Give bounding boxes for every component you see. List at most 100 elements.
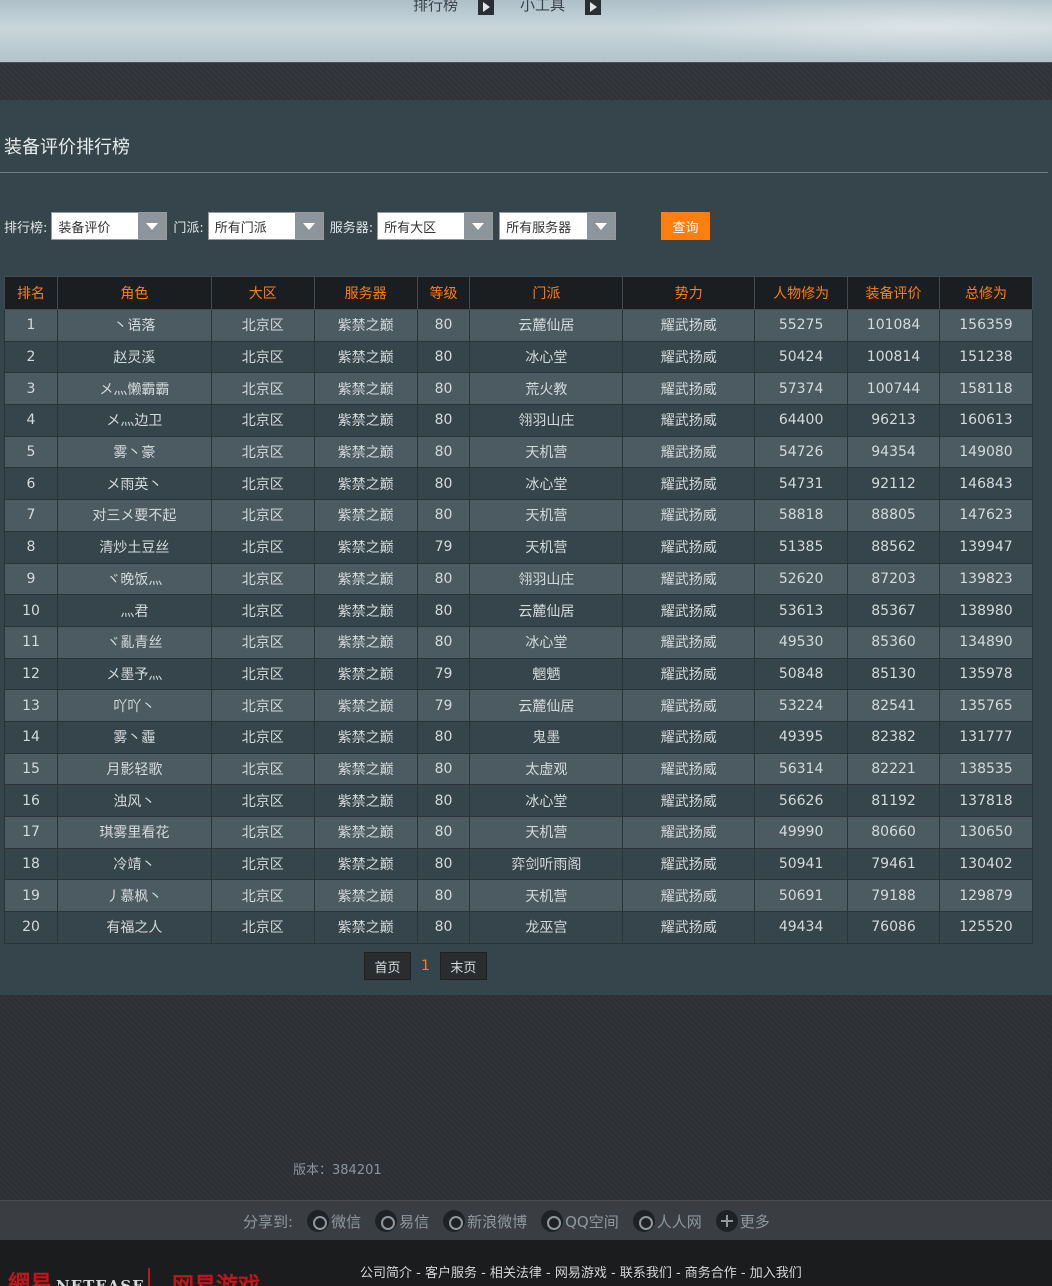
- table-row: 13 吖吖丶 北京区 紫禁之巅 79 云麓仙居 耀武扬威 53224 82541 135765: [4, 689, 1033, 722]
- server-select[interactable]: 所有服务器: [499, 212, 617, 240]
- cell-rank: 8: [4, 530, 58, 564]
- share-bar: 分享到: 微信 易信 新浪微博 QQ空间 人人网 更多: [0, 1200, 1052, 1240]
- cell-equip-score: 81192: [847, 784, 940, 817]
- share-renren[interactable]: 人人网: [632, 1210, 702, 1232]
- cell-total: 134890: [939, 625, 1033, 659]
- table-row: 7 对三メ要不起 北京区 紫禁之巅 80 天机营 耀武扬威 58818 88805 147623: [4, 499, 1033, 532]
- share-weibo[interactable]: 新浪微博: [443, 1210, 527, 1232]
- col-header-region: 大区: [210, 276, 315, 310]
- rank-type-select[interactable]: 装备评价: [51, 212, 168, 240]
- table-row: 12 メ墨予灬 北京区 紫禁之巅 79 魍魉 耀武扬威 50848 85130 135978: [4, 657, 1033, 691]
- share-yixin[interactable]: 易信: [375, 1210, 429, 1232]
- cell-equip-score: 79461: [847, 847, 940, 881]
- cell-role: ヾ亂青丝: [56, 625, 212, 659]
- table-row: 10 灬君 北京区 紫禁之巅 80 云麓仙居 耀武扬威 53613 85367 138980: [4, 594, 1033, 627]
- cell-cultivation: 50848: [754, 657, 849, 691]
- netease-logo[interactable]: 網易 NETEASE: [8, 1266, 145, 1286]
- cell-level: 80: [416, 594, 471, 627]
- table-row: 19 丿慕枫丶 北京区 紫禁之巅 80 天机营 耀武扬威 50691 79188 129879: [4, 879, 1033, 913]
- cell-equip-score: 85367: [847, 594, 940, 627]
- region-select[interactable]: 所有大区: [377, 212, 494, 240]
- footer-links[interactable]: 公司简介 - 客户服务 - 相关法律 - 网易游戏 - 联系我们 - 商务合作 …: [360, 1262, 802, 1281]
- first-page-button[interactable]: 首页: [364, 952, 411, 980]
- play-arrow-icon: [478, 0, 495, 15]
- netease-games-logo[interactable]: 网易游戏: [172, 1268, 260, 1286]
- cell-region: 北京区: [210, 435, 315, 469]
- dropdown-arrow-icon[interactable]: [464, 213, 493, 239]
- cell-server: 紫禁之巅: [313, 499, 418, 532]
- cell-rank: 9: [4, 562, 58, 596]
- cell-rank: 15: [4, 752, 58, 786]
- cell-server: 紫禁之巅: [313, 657, 418, 691]
- share-more[interactable]: 更多: [715, 1210, 770, 1232]
- cell-server: 紫禁之巅: [313, 720, 418, 754]
- share-qzone[interactable]: QQ空间: [541, 1210, 619, 1232]
- cell-server: 紫禁之巅: [313, 689, 418, 722]
- cell-sect: 弈剑听雨阁: [469, 847, 624, 881]
- cell-faction: 耀武扬威: [622, 594, 756, 627]
- cell-role: 浊风丶: [56, 784, 212, 817]
- cell-rank: 1: [4, 309, 58, 342]
- cell-faction: 耀武扬威: [622, 340, 756, 374]
- table-row: 8 清炒土豆丝 北京区 紫禁之巅 79 天机营 耀武扬威 51385 88562 139947: [4, 530, 1033, 564]
- yixin-icon: [375, 1210, 398, 1232]
- cell-sect: 翎羽山庄: [469, 562, 624, 596]
- cell-server: 紫禁之巅: [313, 847, 418, 881]
- cell-region: 北京区: [210, 911, 315, 944]
- cell-role: 灬君: [56, 594, 212, 627]
- cell-rank: 5: [4, 435, 58, 469]
- dropdown-arrow-icon[interactable]: [587, 213, 616, 239]
- cell-role: 有福之人: [56, 911, 212, 944]
- query-button[interactable]: 查询: [661, 212, 710, 240]
- filter-bar: 排行榜: 装备评价 门派: 所有门派 服务器: 所有大区 所有服务器: [4, 212, 622, 240]
- cell-region: 北京区: [210, 340, 315, 374]
- cell-rank: 11: [4, 625, 58, 659]
- cell-level: 80: [416, 816, 471, 849]
- nav-item-rankings[interactable]: 排行榜: [413, 0, 495, 15]
- cell-equip-score: 100744: [847, 372, 940, 406]
- last-page-button[interactable]: 末页: [439, 952, 487, 980]
- cell-region: 北京区: [210, 594, 315, 627]
- table-row: 20 有福之人 北京区 紫禁之巅 80 龙巫宫 耀武扬威 49434 76086 125520: [4, 911, 1033, 944]
- share-item-label: QQ空间: [565, 1212, 619, 1231]
- sect-select[interactable]: 所有门派: [207, 212, 324, 240]
- cell-sect: 龙巫宫: [469, 911, 624, 944]
- cell-rank: 10: [4, 594, 58, 627]
- cell-rank: 6: [4, 467, 58, 501]
- table-row: 9 ヾ晚饭灬 北京区 紫禁之巅 80 翎羽山庄 耀武扬威 52620 87203 139823: [4, 562, 1033, 596]
- cell-server: 紫禁之巅: [313, 911, 418, 944]
- cell-role: 清炒土豆丝: [56, 530, 212, 564]
- cell-role: ヾ晚饭灬: [56, 562, 212, 596]
- cell-role: 琪雾里看花: [56, 816, 212, 849]
- cell-faction: 耀武扬威: [622, 530, 756, 564]
- cell-equip-score: 80660: [847, 816, 940, 849]
- cell-server: 紫禁之巅: [313, 879, 418, 913]
- nav-item-tools[interactable]: 小工具: [520, 0, 602, 15]
- cell-total: 130650: [939, 816, 1033, 849]
- cell-equip-score: 96213: [847, 404, 940, 437]
- cell-server: 紫禁之巅: [313, 752, 418, 786]
- dropdown-arrow-icon[interactable]: [138, 213, 167, 239]
- cell-rank: 17: [4, 816, 58, 849]
- cell-role: 雾丶豪: [56, 435, 212, 469]
- col-header-role: 角色: [56, 276, 212, 310]
- cell-sect: 云麓仙居: [469, 309, 624, 342]
- cell-equip-score: 87203: [847, 562, 940, 596]
- cell-equip-score: 101084: [847, 309, 940, 342]
- dropdown-arrow-icon[interactable]: [294, 213, 323, 239]
- version-text: 版本：384201: [293, 1163, 382, 1178]
- share-wechat[interactable]: 微信: [307, 1210, 361, 1232]
- cell-cultivation: 54731: [754, 467, 849, 501]
- cell-sect: 魍魉: [469, 657, 624, 691]
- cell-level: 79: [416, 530, 471, 564]
- cell-rank: 3: [4, 372, 58, 406]
- share-item-label: 易信: [399, 1212, 430, 1231]
- cell-server: 紫禁之巅: [313, 467, 418, 501]
- col-header-total: 总修为: [939, 276, 1033, 310]
- cell-total: 139823: [939, 562, 1033, 596]
- cell-region: 北京区: [210, 562, 315, 596]
- cell-region: 北京区: [210, 499, 315, 532]
- cell-rank: 19: [4, 879, 58, 913]
- cell-equip-score: 94354: [847, 435, 940, 469]
- header-band: [0, 62, 1052, 100]
